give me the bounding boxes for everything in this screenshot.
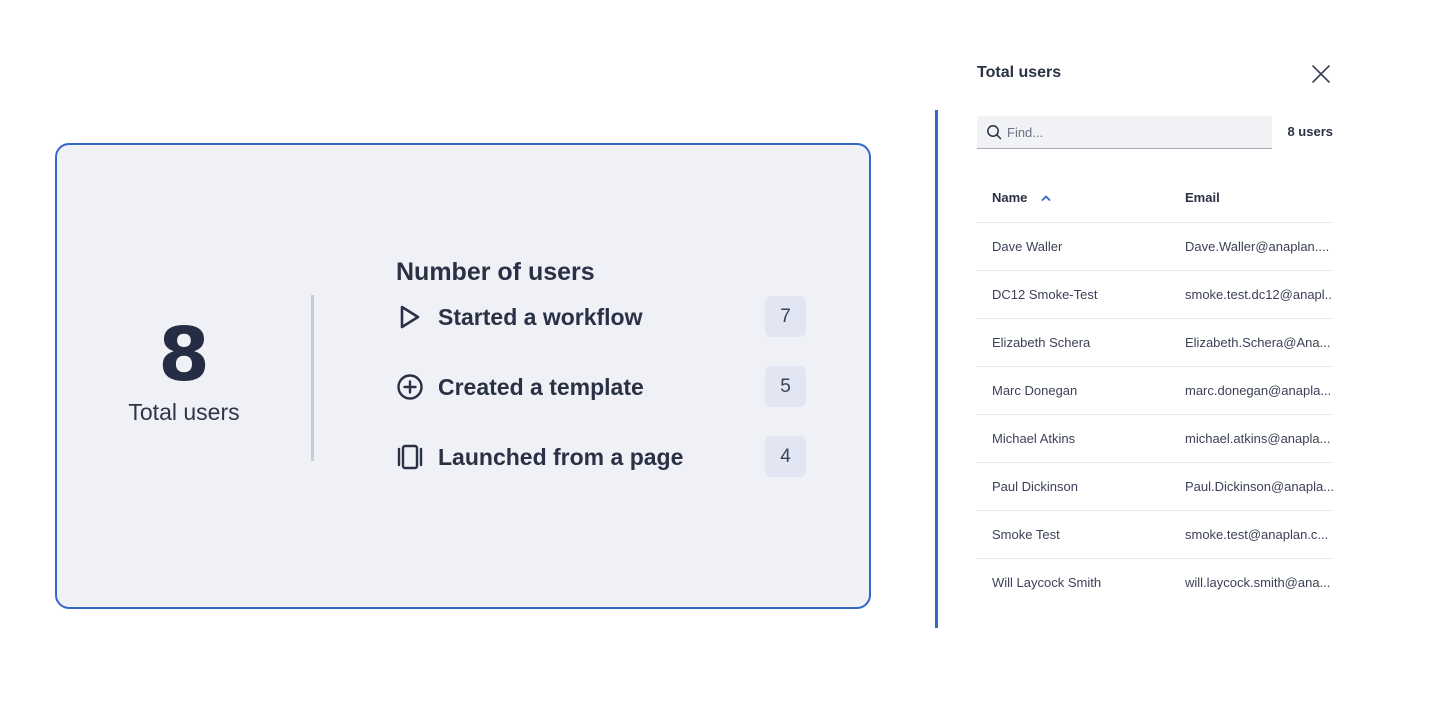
table-row[interactable]: Smoke Test smoke.test@anaplan.c... (977, 510, 1333, 559)
metric-row-started-workflow: Started a workflow 7 (396, 296, 806, 338)
user-email-cell: Paul.Dickinson@anapla... (1170, 462, 1333, 511)
column-header-label: Email (1185, 189, 1220, 205)
user-email-cell: Dave.Waller@anaplan.... (1170, 222, 1333, 271)
metric-count-badge: 7 (765, 296, 806, 337)
search-row: 8 users (977, 116, 1333, 150)
user-name-cell: Michael Atkins (977, 414, 1170, 463)
total-users-card[interactable]: 8 Total users Number of users Started a … (55, 143, 871, 609)
user-email-cell: marc.donegan@anapla... (1170, 366, 1333, 415)
table-row[interactable]: Will Laycock Smith will.laycock.smith@an… (977, 559, 1333, 607)
user-count: 8 users (1287, 124, 1333, 139)
user-name-cell: Paul Dickinson (977, 462, 1170, 511)
user-name-cell: Marc Donegan (977, 366, 1170, 415)
table-row[interactable]: DC12 Smoke-Test smoke.test.dc12@anapl... (977, 270, 1333, 319)
metric-count-badge: 5 (765, 366, 806, 407)
user-email-cell: smoke.test@anaplan.c... (1170, 510, 1333, 559)
user-email-cell: will.laycock.smith@ana... (1185, 575, 1331, 590)
metric-row-launched-page: Launched from a page 4 (396, 436, 806, 478)
table-row[interactable]: Elizabeth Schera Elizabeth.Schera@Ana... (977, 318, 1333, 367)
user-email-cell: Elizabeth.Schera@Ana... (1170, 318, 1333, 367)
metric-row-created-template: Created a template 5 (396, 366, 806, 408)
panel-header: Total users (977, 56, 1333, 90)
metric-label: Created a template (438, 373, 644, 400)
sort-ascending-icon[interactable] (1041, 194, 1051, 202)
page-layers-icon (396, 443, 424, 471)
column-header-label: Name (992, 189, 1028, 205)
table-row[interactable]: Marc Donegan marc.donegan@anapla... (977, 366, 1333, 415)
user-name-cell: DC12 Smoke-Test (977, 270, 1170, 319)
play-outline-icon (396, 303, 424, 331)
search-icon (987, 125, 1002, 140)
metric-count-badge: 4 (765, 436, 806, 477)
total-users-block: 8 Total users (57, 315, 311, 426)
metric-label: Launched from a page (438, 443, 684, 470)
user-name-cell: Smoke Test (977, 510, 1170, 559)
search-input[interactable] (1007, 124, 1257, 140)
table-row[interactable]: Paul Dickinson Paul.Dickinson@anapla... (977, 462, 1333, 511)
total-users-panel: Total users 8 users Name (977, 56, 1333, 606)
page: 8 Total users Number of users Started a … (0, 0, 1440, 712)
table-row[interactable]: Dave Waller Dave.Waller@anaplan.... (977, 222, 1333, 271)
total-users-label: Total users (128, 399, 240, 425)
metrics-title: Number of users (396, 258, 595, 286)
user-name-cell: Elizabeth Schera (977, 318, 1170, 367)
circle-plus-icon (396, 373, 424, 401)
column-header-name[interactable]: Name (977, 172, 1170, 223)
column-header-email[interactable]: Email (1170, 172, 1333, 223)
metric-label: Started a workflow (438, 303, 643, 330)
card-divider (311, 295, 314, 461)
user-name-cell: Dave Waller (977, 222, 1170, 271)
user-email-cell: smoke.test.dc12@anapl... (1170, 270, 1333, 319)
panel-title: Total users (977, 64, 1062, 81)
table-row[interactable]: Michael Atkins michael.atkins@anapla... (977, 414, 1333, 463)
close-icon (1312, 65, 1330, 83)
metrics-section: Number of users Started a workflow 7 Cre… (396, 255, 806, 478)
close-button[interactable] (1309, 62, 1333, 86)
search-box[interactable] (977, 116, 1272, 149)
users-table: Name Email Dave Waller Dave.Waller@anapl… (977, 172, 1333, 606)
table-header-row: Name Email (977, 172, 1333, 223)
user-name-cell: Will Laycock Smith (992, 575, 1102, 590)
total-users-count: 8 (158, 312, 210, 398)
panel-accent-line (935, 110, 938, 628)
user-email-cell: michael.atkins@anapla... (1170, 414, 1333, 463)
